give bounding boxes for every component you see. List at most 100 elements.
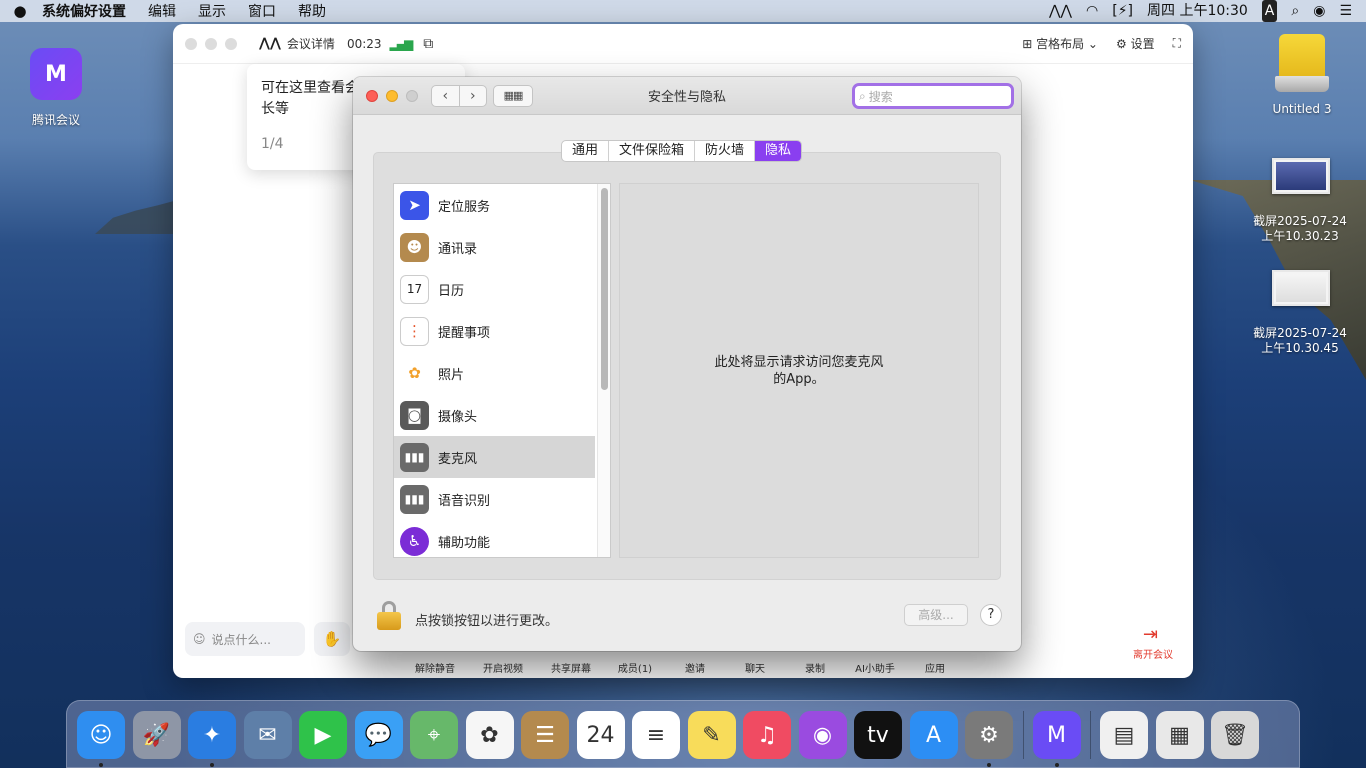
list-item-accessibility[interactable]: ♿ 辅助功能 [394,520,595,557]
toolbar-chat[interactable]: 聊天 [745,660,765,675]
leave-meeting-icon[interactable]: ⇥ [1143,624,1158,645]
window-minimize-button[interactable] [205,37,217,50]
list-item-speech-recognition[interactable]: ▮▮▮ 语音识别 [394,478,595,520]
prefs-titlebar: ‹ › ▦▦ 安全性与隐私 ⌕ 搜索 [353,77,1021,115]
tab-privacy[interactable]: 隐私 [755,141,802,161]
battery-icon[interactable]: [⚡] [1112,0,1133,22]
apple-tv-icon[interactable]: tv [854,711,902,759]
spotlight-search-icon[interactable]: ⌕ [1291,0,1299,22]
tencent-meeting-logo-icon: ⋀⋀ [259,36,281,51]
empty-state-text-line2: 的App。 [773,371,825,387]
empty-state-text-line1: 此处将显示请求访问您麦克风 [714,354,884,370]
list-item-microphone[interactable]: ▮▮▮ 麦克风 [394,436,595,478]
settings-button[interactable]: ⚙ 设置 [1116,35,1155,52]
podcasts-icon[interactable]: ◉ [798,711,847,759]
tencent-meeting-desktop-label: 腾讯会议 [31,113,80,127]
music-icon[interactable]: ♫ [743,711,791,759]
toolbar-apps[interactable]: 应用 [925,660,945,675]
clock-text[interactable]: 周四 上午10:30 [1147,0,1248,22]
advanced-button[interactable]: 高级... [904,604,968,626]
system-preferences-icon[interactable]: ⚙ [965,711,1013,759]
tencent-meeting-status-icon[interactable]: ⋀⋀ [1049,0,1072,22]
menu-edit[interactable]: 编辑 [137,1,187,21]
toolbar-members[interactable]: 成员(1) [618,660,652,675]
fullscreen-icon[interactable]: ⛶ [1173,36,1181,51]
screenshot-stack-icon[interactable]: ▦ [1155,711,1204,759]
pop-out-icon[interactable]: ⧉ [423,36,433,52]
toolbar-unmute[interactable]: 解除静音 [415,660,455,675]
zoom-button[interactable] [406,90,418,102]
menu-view[interactable]: 显示 [187,1,237,21]
window-close-button[interactable] [185,37,197,50]
list-scrollbar[interactable] [601,188,608,390]
menu-bar: ● 系统偏好设置 编辑 显示 窗口 帮助 ⋀⋀ ◠ [⚡] 周四 上午10:30… [0,0,1366,22]
finder-icon[interactable]: ☺ [77,711,125,759]
lock-hint-text: 点按锁按钮以进行更改。 [415,614,559,629]
help-button[interactable]: ? [980,604,1002,626]
tab-firewall[interactable]: 防火墙 [695,141,756,161]
safari-icon[interactable]: ✦ [188,711,236,759]
tab-filevault[interactable]: 文件保险箱 [609,141,696,161]
dock-running-indicator [1054,763,1059,767]
camera-icon: ◙ [400,400,429,430]
reminders-icon[interactable]: ≡ [632,711,680,759]
toolbar-start-video[interactable]: 开启视频 [483,660,523,675]
list-item-calendar[interactable]: 17 日历 [394,268,595,310]
dock-running-indicator [987,763,991,767]
leave-meeting-button[interactable]: 离开会议 [1133,646,1173,661]
tencent-meeting-icon[interactable]: M [1032,711,1081,759]
external-disk-icon[interactable] [1275,34,1329,92]
menu-app-name[interactable]: 系统偏好设置 [40,1,137,21]
show-all-grid-icon[interactable]: ▦▦ [493,85,533,107]
raise-hand-icon[interactable]: ✋ [314,622,350,656]
tencent-meeting-desktop-icon[interactable]: M [30,48,82,100]
list-item-contacts[interactable]: ☻ 通讯录 [394,226,595,268]
document-icon[interactable]: ▤ [1100,711,1148,759]
menu-help[interactable]: 帮助 [287,1,337,21]
wifi-icon[interactable]: ◠ [1086,0,1098,22]
window-zoom-button[interactable] [225,37,237,50]
apple-icon[interactable]: ● [0,2,40,20]
forward-button[interactable]: › [460,86,487,106]
contacts-icon[interactable]: ☰ [521,711,569,759]
back-button[interactable]: ‹ [432,86,460,106]
notes-icon[interactable]: ✎ [687,711,736,759]
list-item-photos[interactable]: ✿ 照片 [394,352,595,394]
emoji-icon[interactable]: ☺ [193,632,206,646]
dock-separator [1022,711,1024,759]
gear-icon: ⚙ [1115,37,1127,51]
photos-icon[interactable]: ✿ [465,711,514,759]
siri-icon[interactable]: ◉ [1313,0,1325,22]
close-button[interactable] [366,90,378,102]
toolbar-share-screen[interactable]: 共享屏幕 [551,660,591,675]
list-item-camera[interactable]: ◙ 摄像头 [394,394,595,436]
meeting-detail-button[interactable]: 会议详情 [287,35,335,52]
tab-bar: 通用 文件保险箱 防火墙 隐私 [561,140,803,162]
input-source-icon[interactable]: A [1261,0,1278,22]
mail-eagle-icon[interactable]: ✉ [243,711,292,759]
lock-icon[interactable] [377,601,401,631]
tab-general[interactable]: 通用 [562,141,610,161]
toolbar-ai-assistant[interactable]: AI小助手 [855,660,895,675]
messages-icon[interactable]: 💬 [354,711,403,759]
control-center-icon[interactable]: ☰ [1339,0,1352,22]
screenshot-thumbnail-icon[interactable] [1272,270,1330,306]
trash-icon[interactable]: 🗑 [1211,711,1259,759]
toolbar-record[interactable]: 录制 [805,660,825,675]
toolbar-invite[interactable]: 邀请 [685,660,705,675]
app-store-icon[interactable]: A [909,711,958,759]
maps-icon[interactable]: ⌖ [410,711,458,759]
search-input[interactable]: ⌕ 搜索 [852,83,1014,109]
chat-input[interactable]: ☺ 说点什么... [185,622,305,656]
grid-layout-button[interactable]: ⊞ 宫格布局 ⌄ [1022,35,1098,52]
back-forward-control: ‹ › [431,85,487,107]
facetime-icon[interactable]: ▶ [299,711,347,759]
launchpad-icon[interactable]: 🚀 [132,711,181,759]
calendar-icon[interactable]: 24 [576,711,625,759]
minimize-button[interactable] [386,90,398,102]
screenshot-thumbnail-icon[interactable] [1272,158,1330,194]
list-scroll-track[interactable] [597,184,610,557]
list-item-location[interactable]: ➤ 定位服务 [394,184,595,226]
list-item-reminders[interactable]: ⋮ 提醒事项 [394,310,595,352]
menu-window[interactable]: 窗口 [237,1,287,21]
